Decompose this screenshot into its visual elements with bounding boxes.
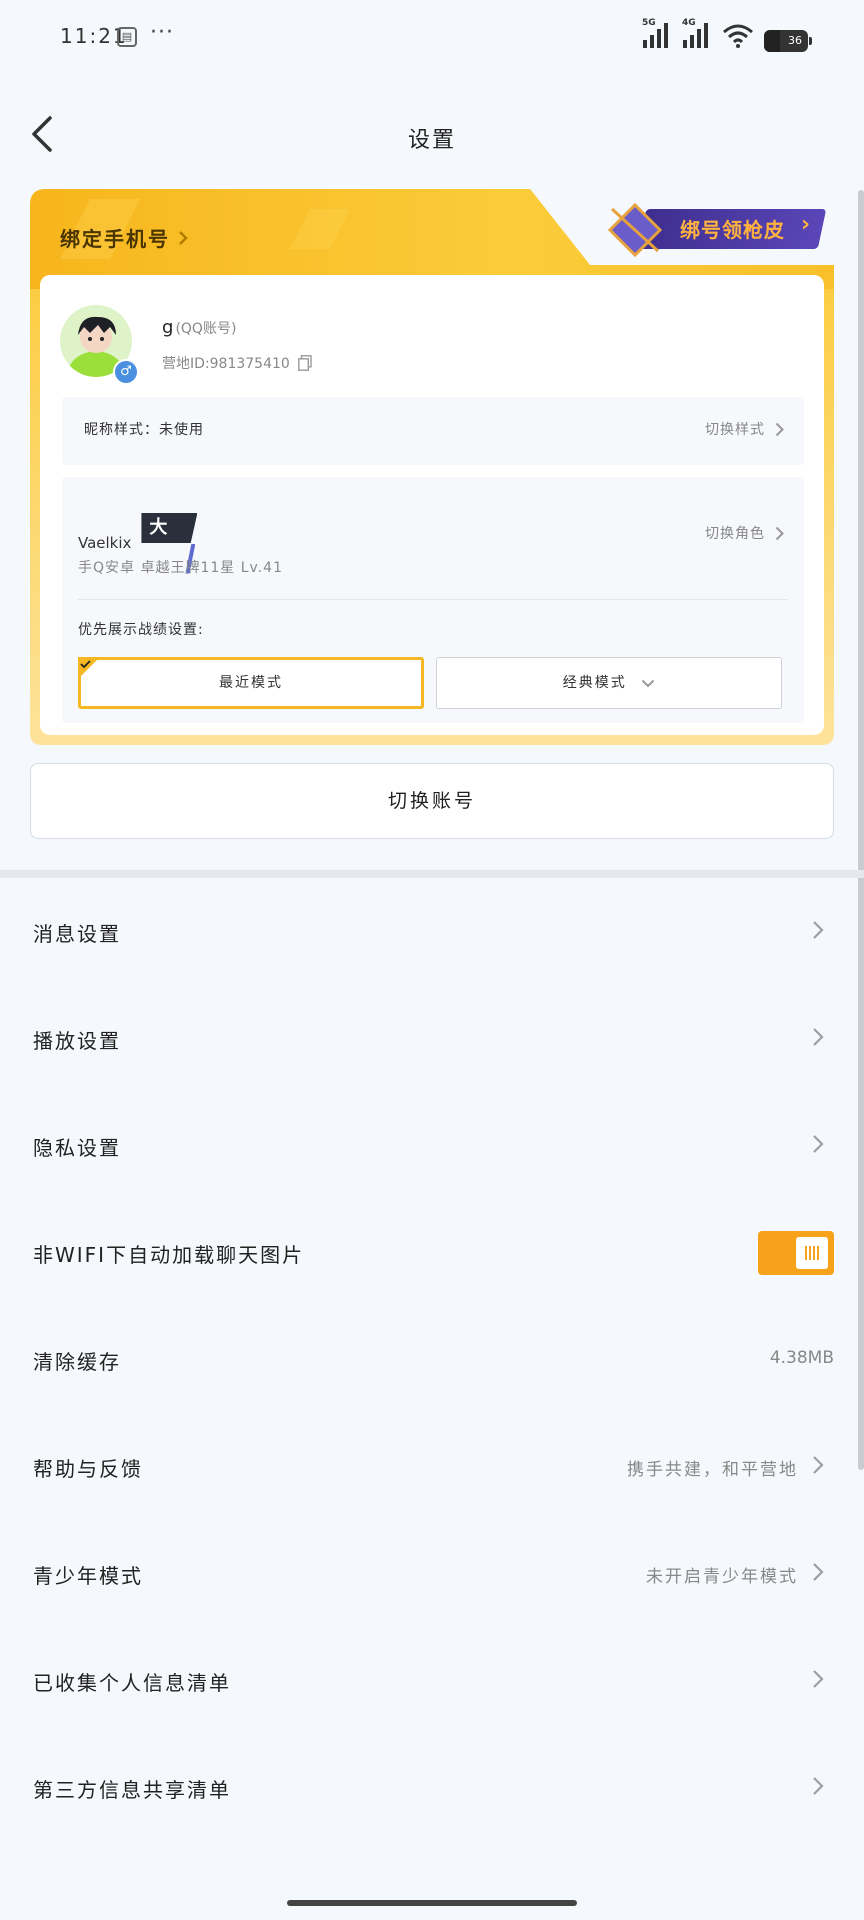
chevron-right-icon — [775, 422, 784, 436]
chevron-right-icon — [813, 1135, 824, 1153]
chevron-right-icon — [813, 1028, 824, 1046]
chevron-right-icon — [813, 1456, 824, 1474]
bind-phone-link[interactable]: 绑定手机号 — [60, 223, 188, 252]
nickname-style-label: 昵称样式：未使用 — [84, 422, 204, 438]
page-title: 设置 — [407, 128, 456, 153]
chevron-right-icon — [813, 1670, 824, 1688]
switch-role-button[interactable]: 切换角色 — [705, 523, 784, 543]
settings-item-third-party-sharing[interactable]: 第三方信息共享清单 — [0, 1734, 864, 1841]
role-detail: 手Q安卓 卓越王牌11星 Lv.41 — [78, 560, 283, 576]
role-name: Vaelkix — [78, 534, 132, 553]
settings-item-help-feedback[interactable]: 帮助与反馈 携手共建，和平营地 — [0, 1413, 864, 1520]
signal-4g-icon: 4G — [682, 18, 712, 52]
settings-item-value: 未开启青少年模式 — [646, 1567, 798, 1587]
copy-icon[interactable] — [297, 355, 312, 371]
wifi-icon — [722, 24, 754, 52]
settings-item-label: 已收集个人信息清单 — [33, 1671, 231, 1695]
section-divider — [0, 870, 864, 878]
autoload-toggle[interactable] — [758, 1231, 834, 1275]
settings-item-label: 青少年模式 — [33, 1564, 143, 1588]
settings-item-label: 帮助与反馈 — [33, 1457, 143, 1481]
account-type: (QQ账号) — [175, 321, 237, 337]
promo-text: 绑号领枪皮 — [680, 218, 785, 242]
battery-icon: 36 — [764, 30, 812, 52]
divider — [78, 599, 788, 600]
switch-account-button[interactable]: 切换账号 — [30, 763, 834, 839]
status-bar: 11:21 ▤ ··· 5G 4G 36 — [0, 0, 864, 76]
chevron-right-icon — [179, 230, 188, 245]
chevron-right-icon — [813, 921, 824, 939]
settings-item-label: 清除缓存 — [33, 1350, 121, 1374]
chevron-right-icon — [775, 526, 784, 540]
settings-item-playback[interactable]: 播放设置 — [0, 985, 864, 1092]
gender-male-icon: ♂ — [113, 359, 139, 385]
chevron-right-icon — [813, 1777, 824, 1795]
settings-item-label: 消息设置 — [33, 922, 121, 946]
account-card-inner: ♂ g (QQ账号) 营地ID:981375410 昵称样式：未使用 切换样式 V… — [40, 275, 824, 735]
settings-item-label: 非WIFI下自动加载聊天图片 — [33, 1243, 305, 1267]
chevron-right-icon: › — [801, 212, 811, 237]
chevron-right-icon — [813, 1563, 824, 1581]
mode-recent-button[interactable]: 最近模式 — [78, 657, 424, 709]
cache-size: 4.38MB — [769, 1348, 834, 1368]
main-account-badge: 大号 — [141, 513, 198, 543]
nickname-style-row[interactable]: 昵称样式：未使用 切换样式 — [62, 397, 804, 465]
settings-item-youth-mode[interactable]: 青少年模式 未开启青少年模式 — [0, 1520, 864, 1627]
mode-classic-dropdown[interactable]: 经典模式 — [436, 657, 782, 709]
settings-item-clear-cache[interactable]: 清除缓存 4.38MB — [0, 1306, 864, 1413]
promo-banner[interactable]: 绑号领枪皮 › — [608, 199, 828, 259]
settings-item-collected-info[interactable]: 已收集个人信息清单 — [0, 1627, 864, 1734]
check-icon — [78, 657, 100, 679]
role-section: Vaelkix 大号 手Q安卓 卓越王牌11星 Lv.41 切换角色 优先展示战… — [62, 477, 804, 723]
camp-id: 营地ID:981375410 — [162, 353, 312, 373]
nav-bar: 设置 — [0, 104, 864, 174]
more-dots: ··· — [150, 20, 174, 45]
settings-item-privacy[interactable]: 隐私设置 — [0, 1092, 864, 1199]
calendar-icon: ▤ — [117, 27, 137, 47]
settings-item-message[interactable]: 消息设置 — [0, 878, 864, 985]
settings-item-value: 携手共建，和平营地 — [627, 1460, 798, 1480]
settings-item-autoload-images: 非WIFI下自动加载聊天图片 — [0, 1199, 864, 1306]
settings-item-label: 隐私设置 — [33, 1136, 121, 1160]
account-card: 绑定手机号 绑号领枪皮 › ♂ g(QQ账号) 营地ID:981375410 — [30, 189, 834, 745]
bind-phone-label: 绑定手机号 — [60, 227, 170, 251]
settings-item-label: 第三方信息共享清单 — [33, 1778, 231, 1802]
gun-skin-icon — [608, 203, 662, 257]
preferred-display-label: 优先展示战绩设置: — [78, 622, 204, 638]
toggle-knob — [796, 1237, 828, 1269]
signal-5g-icon: 5G — [642, 18, 672, 52]
home-indicator[interactable] — [287, 1900, 577, 1906]
chevron-down-icon — [642, 679, 655, 687]
status-icons: 5G 4G 36 — [642, 18, 812, 52]
user-name: g (QQ账号) — [162, 317, 237, 338]
settings-item-label: 播放设置 — [33, 1029, 121, 1053]
switch-style-button[interactable]: 切换样式 — [705, 419, 784, 439]
